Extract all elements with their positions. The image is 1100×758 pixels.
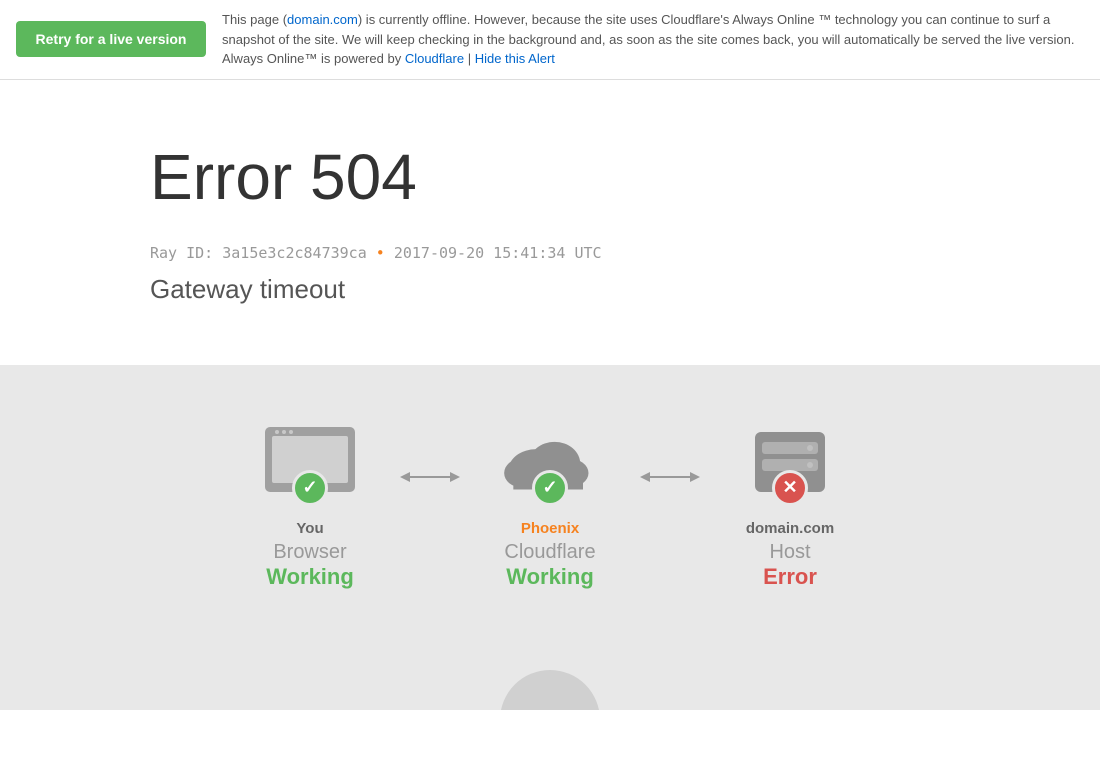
host-name: domain.com: [746, 520, 834, 537]
phoenix-icon-wrap: ✓: [495, 415, 605, 510]
node-phoenix: ✓ Phoenix Cloudflare Working: [470, 415, 630, 590]
domain-link[interactable]: domain.com: [287, 12, 358, 27]
error-title: Error 504: [150, 140, 1100, 214]
host-icon-wrap: ✕: [735, 415, 845, 510]
bullet-separator: •: [376, 244, 394, 262]
peek-cloud: [500, 670, 600, 710]
host-label: Host: [769, 541, 810, 564]
you-name: You: [296, 520, 323, 537]
ray-id: Ray ID: 3a15e3c2c84739ca • 2017-09-20 15…: [150, 244, 1100, 262]
phoenix-status-badge: ✓: [532, 470, 568, 506]
always-online-text: Always Online™ is powered by: [222, 51, 405, 66]
arrow-2: [640, 465, 700, 489]
arrow-1: [400, 465, 460, 489]
main-section: Error 504 Ray ID: 3a15e3c2c84739ca • 201…: [0, 80, 1100, 365]
arrow-icon-1: [400, 465, 460, 489]
top-banner: Retry for a live version This page (doma…: [0, 0, 1100, 80]
you-label: Browser: [273, 541, 346, 564]
bottom-peek: [0, 670, 1100, 710]
phoenix-name: Phoenix: [521, 520, 579, 537]
node-you: ✓ You Browser Working: [230, 415, 390, 590]
host-status-badge: ✕: [772, 470, 808, 506]
retry-button[interactable]: Retry for a live version: [16, 21, 206, 57]
diagram-row: ✓ You Browser Working: [230, 415, 870, 590]
host-status: Error: [763, 564, 817, 590]
banner-text: This page (domain.com) is currently offl…: [222, 10, 1084, 69]
ray-id-text: Ray ID: 3a15e3c2c84739ca: [150, 244, 367, 262]
node-host: ✕ domain.com Host Error: [710, 415, 870, 590]
phoenix-label: Cloudflare: [504, 541, 595, 564]
you-status-badge: ✓: [292, 470, 328, 506]
cloudflare-link[interactable]: Cloudflare: [405, 51, 464, 66]
gateway-subtitle: Gateway timeout: [150, 274, 1100, 305]
you-icon-wrap: ✓: [255, 415, 365, 510]
hide-alert-link[interactable]: Hide this Alert: [475, 51, 555, 66]
separator: |: [464, 51, 475, 66]
arrow-icon-2: [640, 465, 700, 489]
banner-message-before: This page (: [222, 12, 287, 27]
phoenix-status: Working: [506, 564, 594, 590]
you-status: Working: [266, 564, 354, 590]
diagram-section: ✓ You Browser Working: [0, 365, 1100, 670]
timestamp-text: 2017-09-20 15:41:34 UTC: [394, 244, 602, 262]
